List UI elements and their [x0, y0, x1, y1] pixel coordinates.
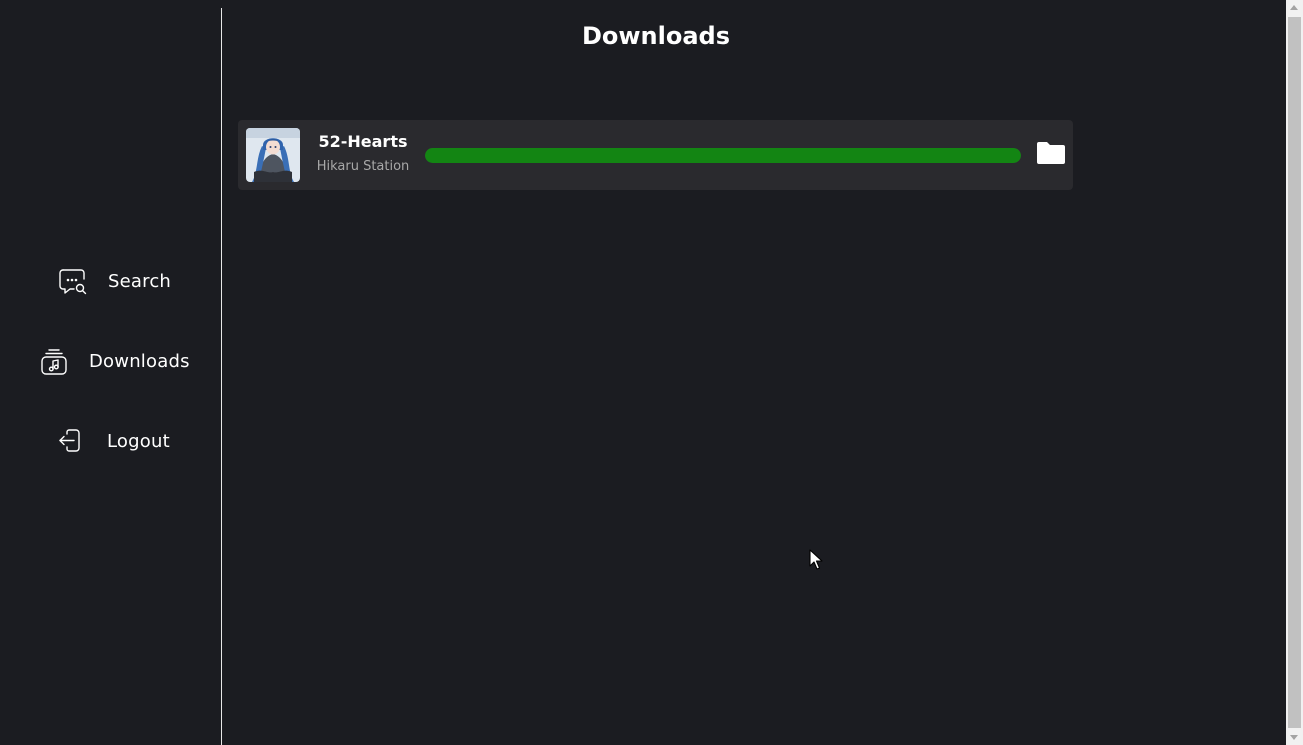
sidebar-item-label: Search	[108, 270, 172, 292]
sidebar: Search Downloads Logout	[0, 0, 221, 745]
page-title: Downloads	[581, 22, 731, 50]
music-stack-icon	[39, 346, 69, 376]
search-chat-icon	[58, 266, 88, 296]
download-progress-fill	[425, 148, 1021, 163]
track-title: 52-Hearts	[318, 132, 408, 151]
album-cover-image	[246, 128, 300, 182]
sidebar-item-label: Downloads	[89, 350, 190, 372]
sidebar-item-label: Logout	[107, 430, 170, 452]
scrollbar-thumb[interactable]	[1288, 17, 1301, 728]
main-content: Downloads 52-Hearts Hikaru Station	[222, 0, 1286, 745]
logout-icon	[55, 426, 85, 456]
sidebar-item-logout[interactable]: Logout	[55, 426, 170, 456]
download-item: 52-Hearts Hikaru Station	[238, 120, 1073, 190]
sidebar-item-downloads[interactable]: Downloads	[39, 346, 190, 376]
track-artist: Hikaru Station	[316, 159, 410, 174]
scroll-up-arrow-icon[interactable]	[1290, 5, 1298, 10]
vertical-scrollbar[interactable]	[1286, 0, 1303, 745]
download-progress-bar	[425, 148, 1021, 163]
folder-icon	[1037, 142, 1065, 164]
app-window: Search Downloads Logout Downloads 52-Hea…	[0, 0, 1303, 745]
open-folder-button[interactable]	[1036, 139, 1066, 167]
sidebar-item-search[interactable]: Search	[58, 266, 171, 296]
scroll-down-arrow-icon[interactable]	[1290, 735, 1298, 740]
